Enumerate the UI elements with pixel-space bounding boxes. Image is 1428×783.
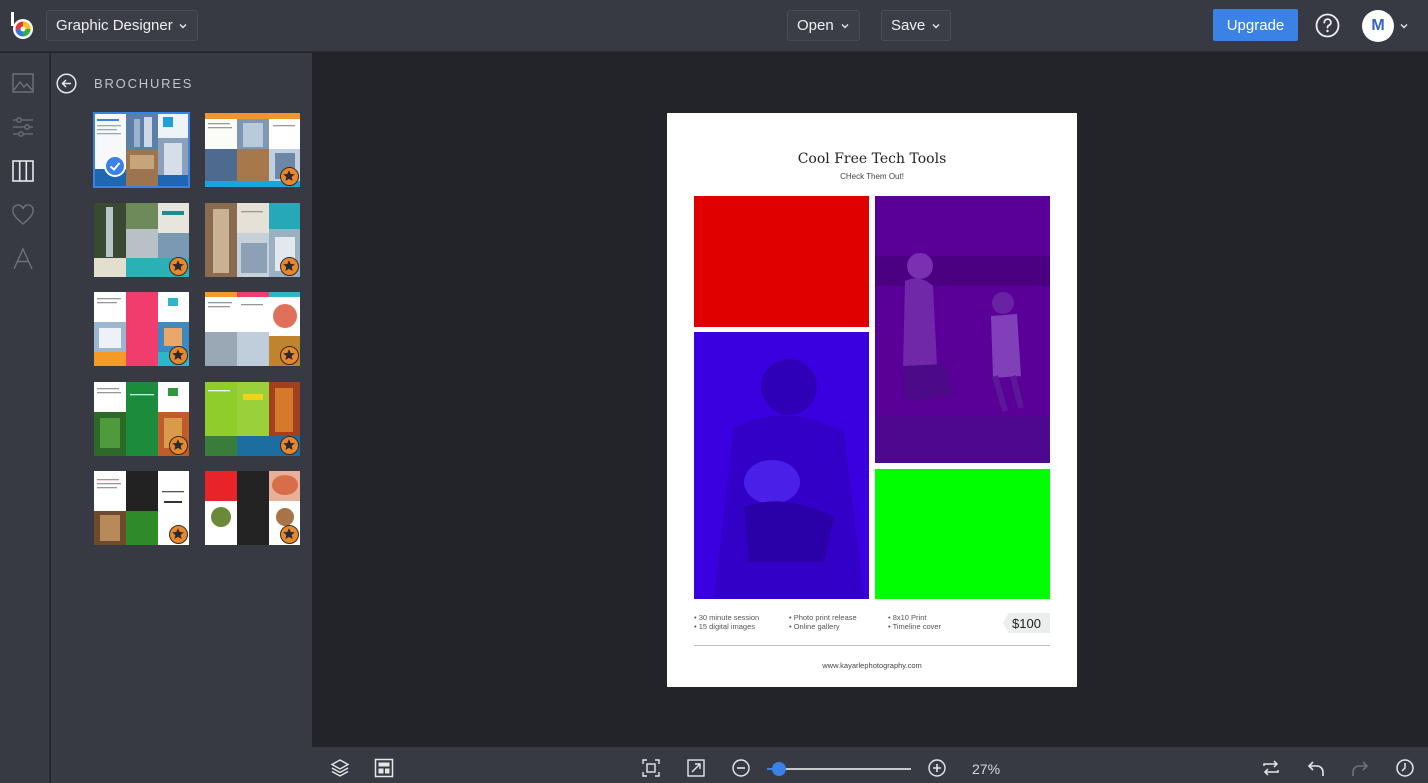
bullet-item: • Photo print release [789, 613, 857, 622]
actual-size-icon[interactable] [686, 758, 706, 778]
open-menu-button[interactable]: Open [787, 10, 860, 41]
back-arrow-icon[interactable] [56, 73, 77, 94]
brochure-template-thumbnail[interactable] [94, 471, 189, 545]
upgrade-button[interactable]: Upgrade [1213, 9, 1298, 41]
text-icon[interactable] [11, 247, 35, 271]
zoom-level: 27% [972, 761, 1001, 777]
undo-icon[interactable] [1306, 758, 1326, 778]
zoom-in-icon[interactable] [927, 758, 947, 778]
brochure-template-thumbnail[interactable] [94, 292, 189, 366]
divider-line [694, 645, 1050, 646]
chevron-down-icon[interactable] [1399, 21, 1409, 31]
bullet-list[interactable]: • 30 minute session • 15 digital images [694, 613, 759, 631]
premium-star-icon [169, 346, 188, 365]
app-mode-dropdown[interactable]: Graphic Designer [46, 10, 198, 41]
befunky-logo-icon[interactable] [10, 12, 36, 40]
website-text[interactable]: www.kayarlephotography.com [667, 661, 1077, 670]
zoom-slider-handle[interactable] [771, 762, 786, 776]
photo-placeholder-blue[interactable] [694, 332, 869, 599]
open-label: Open [797, 17, 834, 34]
chevron-down-icon [841, 23, 849, 28]
save-label: Save [891, 17, 926, 34]
document-title[interactable]: Cool Free Tech Tools [667, 151, 1077, 167]
brochure-template-thumbnail[interactable] [205, 113, 300, 187]
layout-grid-icon[interactable] [374, 758, 394, 778]
photo-placeholder-green[interactable] [875, 469, 1050, 599]
help-icon[interactable] [1315, 13, 1340, 38]
price-tag[interactable]: $100 [1003, 613, 1050, 633]
premium-star-icon [169, 257, 188, 276]
premium-star-icon [280, 436, 299, 455]
brochure-template-thumbnail[interactable] [205, 382, 300, 456]
premium-star-icon [169, 525, 188, 544]
image-manager-icon[interactable] [11, 71, 35, 95]
bullet-item: • Online gallery [789, 622, 840, 631]
bullet-list[interactable]: • Photo print release • Online gallery [789, 613, 857, 631]
brochure-template-thumbnail[interactable] [94, 382, 189, 456]
brochure-page[interactable]: Cool Free Tech Tools CHeck Them Out! • 3… [667, 113, 1077, 687]
top-bar: Graphic Designer Open Save Upgrade M [0, 0, 1428, 52]
zoom-out-icon[interactable] [731, 758, 751, 778]
premium-star-icon [169, 436, 188, 455]
layouts-icon[interactable] [11, 159, 35, 183]
history-clock-icon[interactable] [1395, 758, 1415, 778]
chevron-down-icon [932, 23, 940, 28]
chevron-down-icon [179, 23, 187, 28]
brochure-template-thumbnail[interactable] [205, 292, 300, 366]
premium-star-icon [280, 525, 299, 544]
app-mode-label: Graphic Designer [56, 17, 173, 34]
selected-check-icon [104, 155, 126, 177]
user-avatar[interactable]: M [1362, 10, 1394, 42]
heart-icon[interactable] [11, 203, 35, 227]
templates-panel: BROCHURES [51, 53, 312, 783]
brochure-template-thumbnail[interactable] [205, 471, 300, 545]
bottom-toolbar: 27% [312, 747, 1428, 783]
bullet-item: • Timeline cover [888, 622, 942, 631]
redo-icon[interactable] [1350, 758, 1370, 778]
premium-star-icon [280, 167, 299, 186]
panel-title: BROCHURES [94, 76, 194, 91]
bullet-list[interactable]: • 8x10 Print • Timeline cover [888, 613, 941, 631]
premium-star-icon [280, 257, 299, 276]
save-menu-button[interactable]: Save [881, 10, 952, 41]
brochure-template-thumbnail[interactable] [93, 112, 190, 188]
photo-placeholder-purple[interactable] [875, 196, 1050, 463]
tool-rail [0, 53, 50, 783]
document-subtitle[interactable]: CHeck Them Out! [667, 172, 1077, 181]
zoom-slider-track[interactable] [767, 768, 911, 770]
fit-to-screen-icon[interactable] [641, 758, 661, 778]
layers-icon[interactable] [330, 758, 350, 778]
brochure-template-thumbnail[interactable] [205, 203, 300, 277]
photo-placeholder-red[interactable] [694, 196, 869, 327]
bullet-item: • 30 minute session [694, 613, 760, 622]
bullet-item: • 8x10 Print [888, 613, 927, 622]
brochure-template-thumbnail[interactable] [94, 203, 189, 277]
adjust-sliders-icon[interactable] [11, 115, 35, 139]
swap-icon[interactable] [1261, 758, 1281, 778]
bullet-item: • 15 digital images [694, 622, 755, 631]
premium-star-icon [280, 346, 299, 365]
